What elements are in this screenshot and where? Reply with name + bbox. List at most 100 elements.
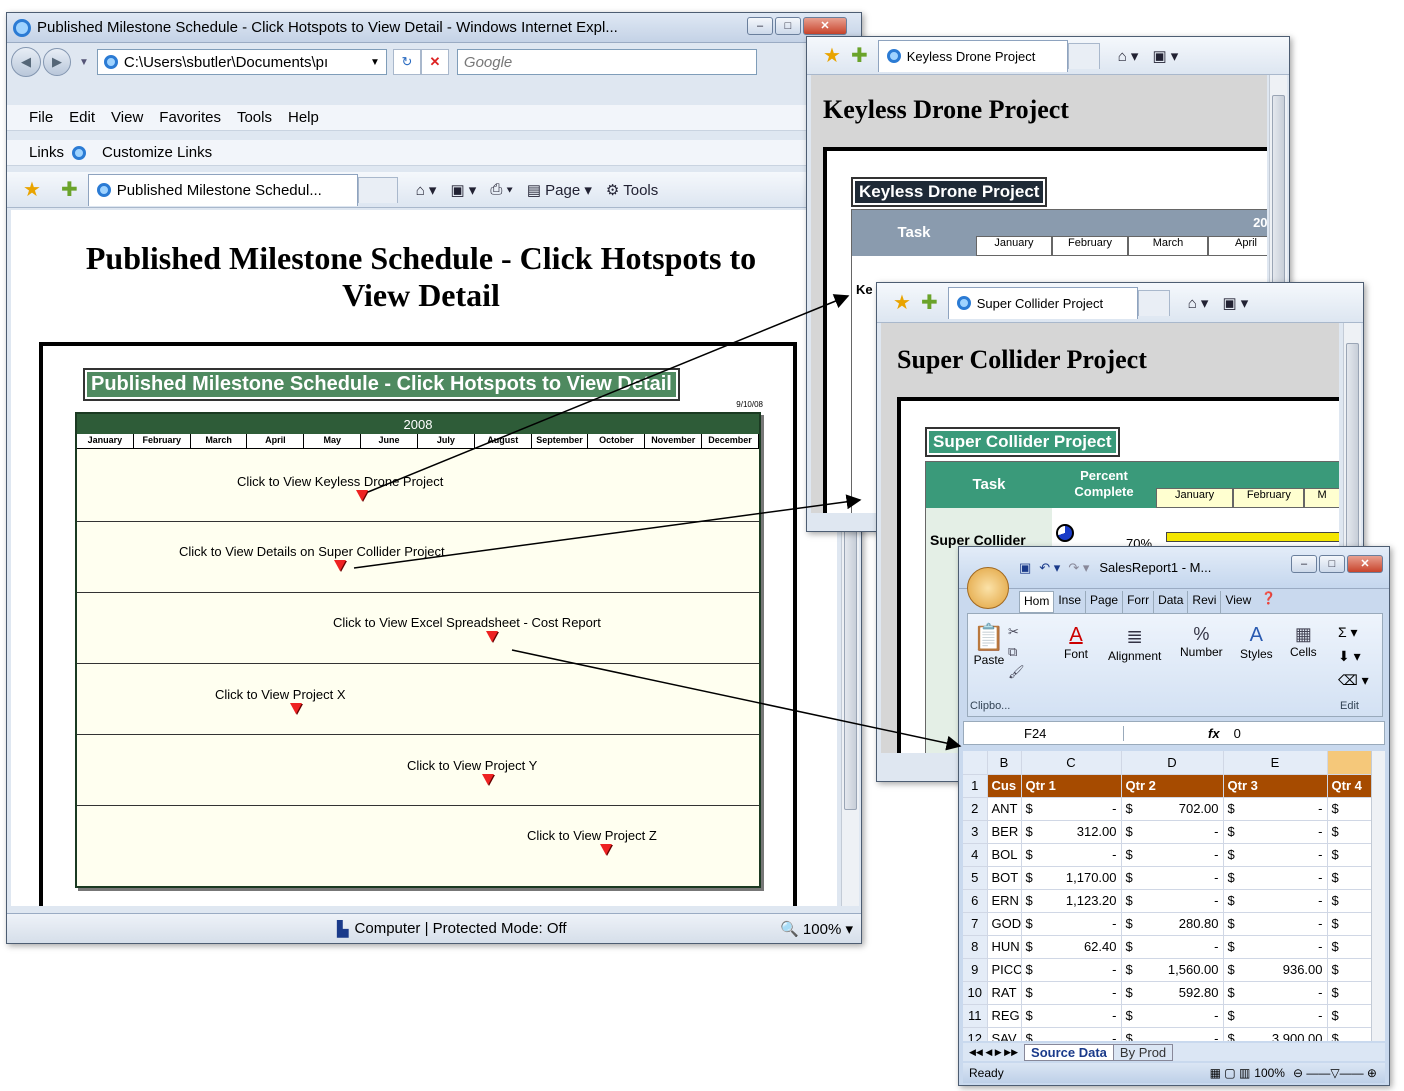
print-icon[interactable]: ⎙ ▾	[490, 181, 512, 198]
worksheet-grid[interactable]: B C D E 1 Cus Qtr 1 Qtr 2 Qtr 3 Qtr 4 2A…	[963, 751, 1373, 1041]
qtr2-cell[interactable]: $ -	[1121, 1027, 1224, 1041]
stop-icon[interactable]: ✕	[420, 49, 449, 75]
tab-data[interactable]: Data	[1154, 591, 1189, 613]
new-tab-button[interactable]	[1067, 42, 1100, 69]
new-tab-button[interactable]	[1137, 289, 1170, 316]
qtr1-cell[interactable]: $1,123.20	[1021, 889, 1122, 913]
close-button[interactable]: ✕	[1347, 555, 1383, 573]
qtr1-cell[interactable]: $ -	[1021, 1004, 1122, 1028]
excel-vertical-scrollbar[interactable]	[1371, 751, 1385, 1041]
column-header[interactable]: B	[987, 751, 1022, 775]
row-number[interactable]: 5	[963, 866, 988, 890]
header-cell[interactable]: Qtr 2	[1121, 774, 1224, 798]
save-icon[interactable]: ▣	[1019, 560, 1031, 576]
header-cell[interactable]: Qtr 4	[1327, 774, 1373, 798]
milestone-marker-icon[interactable]	[356, 490, 368, 501]
search-input[interactable]: Google	[456, 49, 757, 75]
maximize-button[interactable]: □	[1319, 555, 1345, 573]
qtr4-cell[interactable]: $	[1327, 958, 1373, 982]
menu-help[interactable]: Help	[288, 109, 319, 126]
header-cell[interactable]: Qtr 3	[1223, 774, 1328, 798]
office-button[interactable]	[967, 567, 1009, 609]
row-number[interactable]: 12	[963, 1027, 988, 1041]
styles-button[interactable]: A Styles	[1240, 624, 1273, 661]
tab-home[interactable]: Hom	[1019, 591, 1055, 613]
qtr3-cell[interactable]: $ -	[1223, 981, 1328, 1005]
customer-cell[interactable]: BOL	[987, 843, 1022, 867]
menu-favorites[interactable]: Favorites	[159, 109, 221, 126]
paste-button[interactable]: 📋 Paste	[972, 622, 1006, 667]
qtr3-cell[interactable]: $ -	[1223, 866, 1328, 890]
alignment-button[interactable]: ≣ Alignment	[1108, 624, 1161, 663]
customer-cell[interactable]: ANT	[987, 797, 1022, 821]
close-button[interactable]: ✕	[803, 17, 847, 35]
zoom-level[interactable]: 🔍 100% ▾	[780, 920, 853, 938]
help-icon[interactable]: ❓	[1261, 591, 1276, 613]
qtr2-cell[interactable]: $ -	[1121, 843, 1224, 867]
function-icon[interactable]: fx	[1208, 726, 1220, 741]
qtr4-cell[interactable]: $	[1327, 981, 1373, 1005]
column-header[interactable]: C	[1021, 751, 1122, 775]
add-favorites-icon[interactable]: ✚	[61, 177, 78, 202]
minimize-button[interactable]: –	[1291, 555, 1317, 573]
number-button[interactable]: % Number	[1180, 624, 1223, 659]
qtr3-cell[interactable]: $ -	[1223, 935, 1328, 959]
qtr4-cell[interactable]: $	[1327, 820, 1373, 844]
feeds-icon[interactable]: ▣ ▾	[1152, 47, 1178, 65]
tab-page[interactable]: Page	[1086, 591, 1124, 613]
customer-cell[interactable]: BOT	[987, 866, 1022, 890]
row-number[interactable]: 11	[963, 1004, 988, 1028]
cells-button[interactable]: ▦ Cells	[1290, 624, 1317, 659]
qtr3-cell[interactable]: $ -	[1223, 1004, 1328, 1028]
minimize-button[interactable]: –	[747, 17, 773, 35]
menu-view[interactable]: View	[111, 109, 143, 126]
tab-review[interactable]: Revi	[1188, 591, 1222, 613]
customer-cell[interactable]: RAT	[987, 981, 1022, 1005]
hotspot-project-y[interactable]: Click to View Project Y	[407, 758, 537, 773]
favorites-star-icon[interactable]: ★	[823, 43, 841, 68]
menu-tools[interactable]: Tools	[237, 109, 272, 126]
formula-value[interactable]: 0	[1234, 726, 1241, 741]
tab-milestone[interactable]: Published Milestone Schedul...	[87, 173, 358, 206]
redo-icon[interactable]: ↷ ▾	[1068, 560, 1089, 576]
add-favorites-icon[interactable]: ✚	[921, 290, 938, 315]
milestone-marker-icon[interactable]	[334, 560, 346, 571]
tab-insert[interactable]: Inse	[1054, 591, 1087, 613]
feeds-icon[interactable]: ▣ ▾	[450, 181, 476, 199]
row-number[interactable]: 8	[963, 935, 988, 959]
qtr4-cell[interactable]: $	[1327, 866, 1373, 890]
qtr2-cell[interactable]: $ -	[1121, 1004, 1224, 1028]
qtr1-cell[interactable]: $1,170.00	[1021, 866, 1122, 890]
tab-view[interactable]: View	[1221, 591, 1255, 613]
address-bar[interactable]: C:\Users\sbutler\Documents\pı ▼	[96, 49, 387, 75]
row-number[interactable]: 10	[963, 981, 988, 1005]
qtr3-cell[interactable]: $ -	[1223, 843, 1328, 867]
customize-links[interactable]: Customize Links	[102, 144, 212, 161]
maximize-button[interactable]: □	[775, 17, 801, 35]
milestone-marker-icon[interactable]	[290, 703, 302, 714]
sheet-tab-by-product[interactable]: By Prod	[1113, 1043, 1174, 1061]
forward-button[interactable]: ▶	[43, 48, 71, 76]
row-number[interactable]: 6	[963, 889, 988, 913]
row-number[interactable]: 4	[963, 843, 988, 867]
tab-formulas[interactable]: Forr	[1123, 591, 1155, 613]
customer-cell[interactable]: GOD	[987, 912, 1022, 936]
tools-menu[interactable]: ⚙ Tools	[606, 181, 658, 199]
qtr1-cell[interactable]: $ -	[1021, 958, 1122, 982]
tab-super-collider[interactable]: Super Collider Project	[947, 286, 1138, 319]
feeds-icon[interactable]: ▣ ▾	[1222, 294, 1248, 312]
name-box[interactable]: F24	[964, 725, 1124, 741]
customer-cell[interactable]: ERN	[987, 889, 1022, 913]
qtr2-cell[interactable]: $ -	[1121, 866, 1224, 890]
undo-icon[interactable]: ↶ ▾	[1039, 560, 1060, 576]
qtr1-cell[interactable]: $ -	[1021, 1027, 1122, 1041]
header-cell[interactable]: Qtr 1	[1021, 774, 1122, 798]
home-icon[interactable]: ⌂ ▾	[416, 181, 437, 199]
back-button[interactable]: ◀	[11, 47, 41, 77]
qtr1-cell[interactable]: $ -	[1021, 912, 1122, 936]
new-tab-button[interactable]	[357, 176, 398, 203]
column-header[interactable]	[1327, 751, 1373, 775]
qtr4-cell[interactable]: $	[1327, 1004, 1373, 1028]
qtr2-cell[interactable]: $592.80	[1121, 981, 1224, 1005]
row-number[interactable]: 1	[963, 774, 988, 798]
